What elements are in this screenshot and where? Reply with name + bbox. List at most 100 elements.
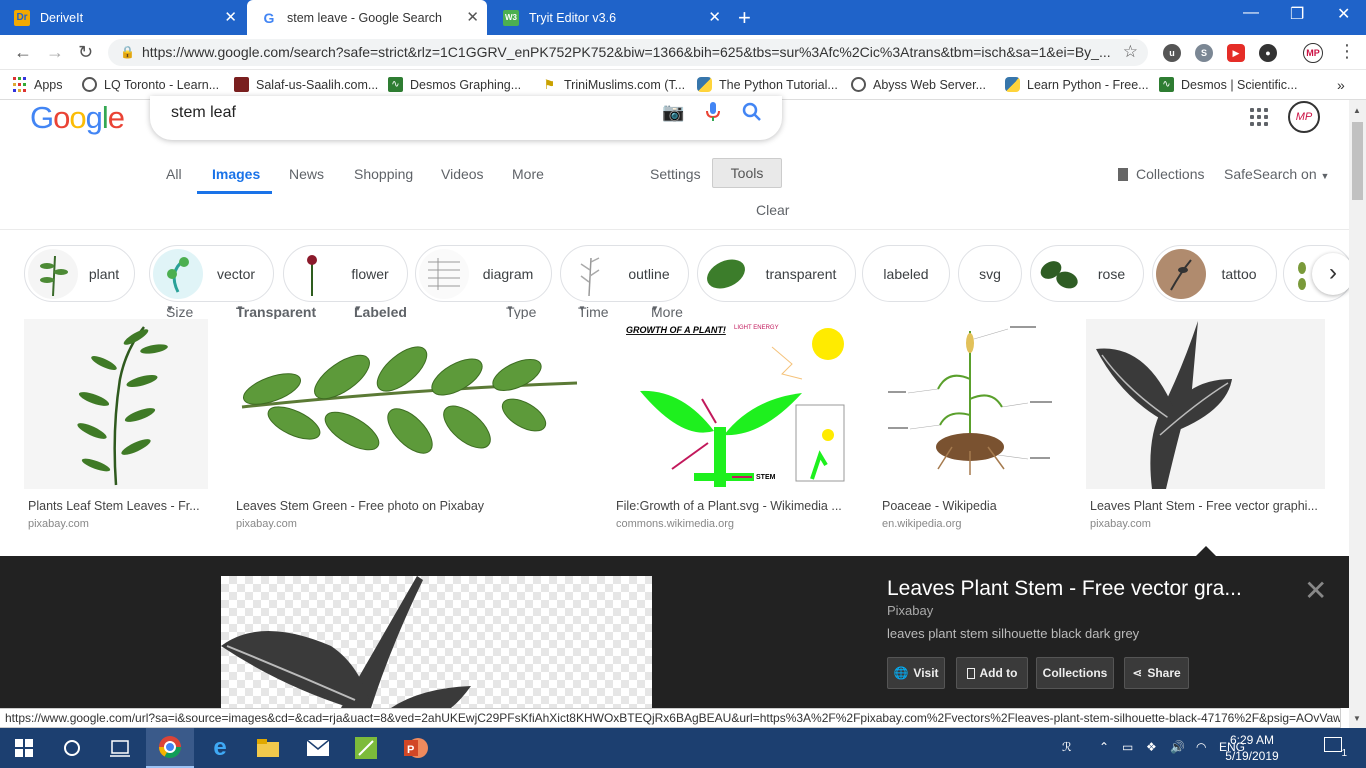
chip-svg[interactable]: svg	[958, 245, 1022, 302]
visit-button[interactable]: 🌐 Visit	[887, 657, 945, 689]
result-thumbnail[interactable]: GROWTH OF A PLANT! LIGHT ENERGY STEM	[612, 319, 854, 489]
people-icon[interactable]: ℛ	[1062, 740, 1072, 754]
search-box[interactable]: stem leaf 📷	[150, 96, 782, 140]
share-button[interactable]: ⋖ Share	[1124, 657, 1189, 689]
powerpoint-icon[interactable]: P	[392, 728, 440, 768]
close-icon[interactable]: ✕	[708, 10, 721, 25]
tab-news[interactable]: News	[289, 166, 324, 182]
chip-outline[interactable]: outline	[560, 245, 689, 302]
search-icon[interactable]	[742, 102, 762, 127]
geogebra-icon[interactable]	[342, 728, 390, 768]
preview-image[interactable]	[221, 576, 652, 708]
address-url[interactable]: https://www.google.com/search?safe=stric…	[142, 44, 1112, 60]
collections-button[interactable]: Collections	[1036, 657, 1114, 689]
tab-tryit-editor[interactable]: W3 Tryit Editor v3.6 ✕	[489, 0, 729, 35]
scroll-down-arrow-icon[interactable]: ▼	[1353, 714, 1361, 723]
preview-title[interactable]: Leaves Plant Stem - Free vector gra...	[887, 577, 1242, 601]
chip-plant[interactable]: plant	[24, 245, 135, 302]
bookmark-learn-python[interactable]: Learn Python - Free...	[1005, 77, 1149, 92]
result-title[interactable]: Plants Leaf Stem Leaves - Fr...	[28, 499, 204, 513]
camera-icon[interactable]: 📷	[662, 102, 684, 123]
result-thumbnail[interactable]	[1086, 319, 1325, 489]
bookmark-abyss[interactable]: Abyss Web Server...	[851, 77, 986, 92]
settings-link[interactable]: Settings	[650, 166, 701, 182]
add-to-button[interactable]: Add to	[956, 657, 1028, 689]
result-title[interactable]: Leaves Stem Green - Free photo on Pixaba…	[236, 499, 586, 513]
minimize-icon[interactable]: —	[1243, 4, 1259, 22]
result-thumbnail[interactable]	[24, 319, 208, 489]
page-scrollbar[interactable]: ▲ ▼	[1349, 100, 1366, 728]
microphone-icon[interactable]	[706, 102, 720, 127]
notification-center-icon[interactable]: 1	[1324, 737, 1347, 759]
ublock-extension-icon[interactable]: u	[1163, 44, 1181, 62]
new-tab-plus-icon[interactable]: +	[738, 5, 751, 31]
youtube-extension-icon[interactable]: ▶	[1227, 44, 1245, 62]
chevron-right-icon[interactable]: ›	[1312, 253, 1354, 295]
chip-rose[interactable]: rose	[1030, 245, 1144, 302]
tab-more[interactable]: More	[512, 166, 544, 182]
tools-button[interactable]: Tools	[712, 158, 782, 188]
bookmark-star-icon[interactable]: ☆	[1123, 42, 1138, 62]
bookmark-apps[interactable]: Apps	[12, 77, 63, 92]
chip-diagram[interactable]: diagram	[415, 245, 552, 302]
close-preview-icon[interactable]: ✕	[1304, 574, 1327, 607]
tab-shopping[interactable]: Shopping	[354, 166, 413, 182]
windows-start-icon[interactable]	[0, 728, 48, 768]
close-icon[interactable]: ✕	[466, 10, 479, 25]
close-icon[interactable]: ✕	[224, 10, 237, 25]
reload-icon[interactable]: ↻	[78, 42, 93, 63]
wifi-icon[interactable]: ◠	[1196, 740, 1206, 754]
chip-transparent[interactable]: transparent	[697, 245, 856, 302]
result-title[interactable]: Poaceae - Wikipedia	[882, 499, 1058, 513]
bookmarks-overflow-icon[interactable]: »	[1337, 77, 1345, 93]
bookmark-desmos-graphing[interactable]: ∿ Desmos Graphing...	[388, 77, 521, 92]
mail-icon[interactable]	[294, 728, 342, 768]
extension-icon[interactable]: ●	[1259, 44, 1277, 62]
window-close-icon[interactable]: ✕	[1337, 4, 1350, 24]
profile-avatar-icon[interactable]: MP	[1303, 43, 1323, 63]
chevron-up-icon[interactable]: ⌃	[1099, 740, 1109, 754]
search-input[interactable]: stem leaf	[171, 104, 236, 122]
google-apps-icon[interactable]	[1250, 108, 1268, 126]
chip-labeled[interactable]: labeled	[862, 245, 950, 302]
result-title[interactable]: Leaves Plant Stem - Free vector graphi..…	[1090, 499, 1324, 513]
scroll-up-arrow-icon[interactable]: ▲	[1353, 106, 1361, 115]
chip-flower[interactable]: flower	[283, 245, 408, 302]
chip-tattoo[interactable]: tattoo	[1152, 245, 1277, 302]
skype-extension-icon[interactable]: S	[1195, 44, 1213, 62]
tab-videos[interactable]: Videos	[441, 166, 484, 182]
back-arrow-icon[interactable]: ←	[14, 42, 32, 63]
edge-taskbar-icon[interactable]: e	[196, 728, 244, 768]
bookmark-trinimuslims[interactable]: ⚑ TriniMuslims.com (T...	[542, 77, 685, 92]
address-bar[interactable]: 🔒 https://www.google.com/search?safe=str…	[108, 39, 1148, 66]
bookmark-lq-toronto[interactable]: LQ Toronto - Learn...	[82, 77, 219, 92]
chip-vector[interactable]: vector	[149, 245, 274, 302]
cortana-search-icon[interactable]	[48, 728, 96, 768]
bookmark-python-tutorial[interactable]: The Python Tutorial...	[697, 77, 838, 92]
result-thumbnail[interactable]	[232, 319, 588, 489]
collections-link[interactable]: Collections	[1118, 166, 1204, 182]
google-logo[interactable]: Google	[30, 100, 125, 136]
task-view-icon[interactable]	[96, 728, 144, 768]
forward-arrow-icon[interactable]: →	[46, 42, 64, 63]
battery-icon[interactable]: ▭	[1122, 740, 1133, 754]
bookmark-salaf[interactable]: Salaf-us-Saalih.com...	[234, 77, 378, 92]
tab-google-search[interactable]: G stem leave - Google Search ✕	[247, 0, 487, 35]
restore-icon[interactable]: ❐	[1290, 4, 1304, 24]
volume-icon[interactable]: 🔊	[1170, 740, 1185, 754]
menu-kebab-icon[interactable]: ⋮	[1338, 41, 1356, 62]
scrollbar-thumb[interactable]	[1352, 122, 1363, 200]
tab-deriveit[interactable]: Dr DeriveIt ✕	[0, 0, 245, 35]
account-avatar[interactable]: MP	[1288, 101, 1320, 133]
bookmark-desmos-scientific[interactable]: ∿ Desmos | Scientific...	[1159, 77, 1297, 92]
filter-clear[interactable]: Clear	[756, 202, 789, 218]
result-thumbnail[interactable]	[878, 319, 1062, 489]
preview-site[interactable]: Pixabay	[887, 603, 933, 618]
file-explorer-icon[interactable]	[244, 728, 292, 768]
tab-all[interactable]: All	[166, 166, 182, 182]
safesearch-dropdown[interactable]: SafeSearch on ▼	[1224, 166, 1329, 182]
tab-images[interactable]: Images	[212, 166, 260, 182]
dropbox-icon[interactable]: ❖	[1146, 740, 1157, 754]
result-title[interactable]: File:Growth of a Plant.svg - Wikimedia .…	[616, 499, 852, 513]
chrome-taskbar-icon[interactable]	[146, 728, 194, 768]
